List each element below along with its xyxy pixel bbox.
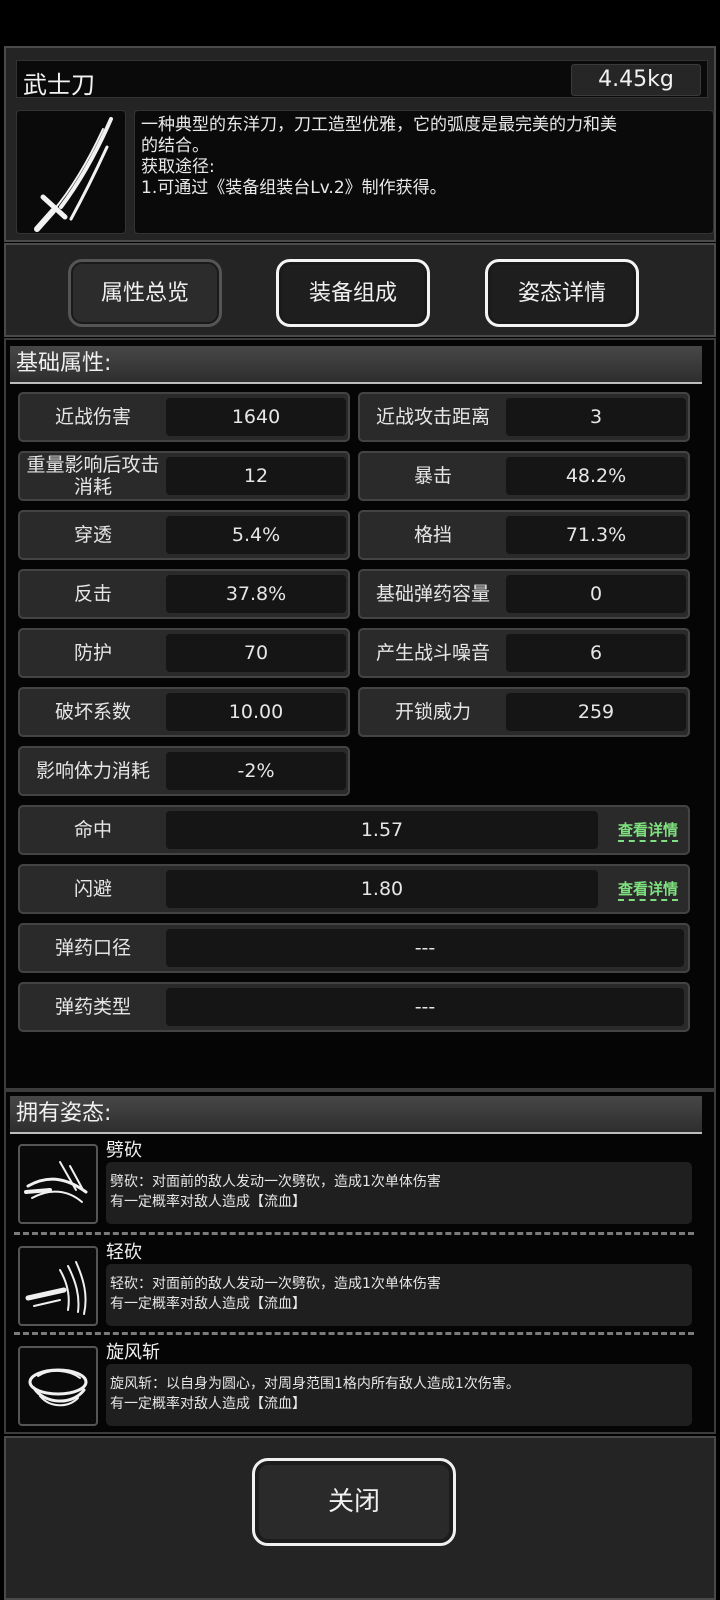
attr-value: 37.8%: [166, 575, 346, 613]
attr-base-ammo-capacity: 基础弹药容量 0: [358, 569, 690, 619]
attr-ammo-type: 弹药类型 ---: [18, 982, 690, 1032]
item-name-bar: 武士刀 4.45kg: [16, 60, 708, 99]
item-description: 一种典型的东洋刀，刀工造型优雅，它的弧度是最完美的力和美 的结合。 获取途径: …: [134, 110, 714, 234]
attr-label: 防护: [73, 642, 112, 664]
attr-value: 259: [506, 693, 686, 731]
stance-name: 轻砍: [106, 1242, 142, 1263]
stance-description-line: 有一定概率对敌人造成【流血】: [110, 1296, 306, 1312]
tab-stance-details[interactable]: 姿态详情: [485, 259, 639, 327]
attr-label: 开锁威力: [394, 701, 471, 723]
item-weight: 4.45kg: [571, 64, 701, 96]
attr-value: 1.80: [166, 870, 598, 908]
attr-label: 基础弹药容量: [375, 583, 490, 605]
stances-panel: 拥有姿态: 劈砍 劈砍：对面前的敌人发动一次劈砍，造成1次单体伤害 有一定概率对…: [4, 1090, 716, 1434]
tab-attribute-overview[interactable]: 属性总览: [68, 259, 222, 327]
attr-weight-attack-cost: 重量影响后攻击消耗 12: [18, 451, 350, 501]
attributes-panel: 基础属性: 近战伤害 1640 近战攻击距离 3 重量影响后攻击消耗 12 暴击…: [4, 338, 716, 1090]
attr-unlock-power: 开锁威力 259: [358, 687, 690, 737]
attr-value: -2%: [166, 752, 346, 790]
attr-label: 近战伤害: [54, 406, 131, 428]
attr-ammo-caliber: 弹药口径 ---: [18, 923, 690, 973]
attr-value: ---: [166, 929, 684, 967]
attr-combat-noise: 产生战斗噪音 6: [358, 628, 690, 678]
stance-divider: [14, 1232, 694, 1235]
stance-description: 轻砍：对面前的敌人发动一次劈砍，造成1次单体伤害 有一定概率对敌人造成【流血】: [106, 1264, 692, 1326]
item-header-panel: 武士刀 4.45kg 一种典型的东洋刀，刀工造型优雅，它的弧度是最完美的力和美 …: [4, 46, 716, 242]
stance-description-line: 有一定概率对敌人造成【流血】: [110, 1396, 306, 1412]
katana-icon: [16, 110, 126, 234]
stance-description-line: 旋风斩：以自身为圆心，对周身范围1格内所有敌人造成1次伤害。: [110, 1376, 520, 1392]
tab-equipment-composition[interactable]: 装备组成: [276, 259, 430, 327]
attr-label: 格挡: [413, 524, 452, 546]
whirlwind-slash-icon: [18, 1346, 98, 1426]
attr-value: 6: [506, 634, 686, 672]
description-line: 获取途径:: [141, 157, 215, 177]
attr-label: 重量影响后攻击消耗: [26, 454, 160, 498]
attr-value: 1640: [166, 398, 346, 436]
attr-label: 近战攻击距离: [375, 406, 490, 428]
stances-section-title: 拥有姿态:: [10, 1096, 702, 1134]
stance-name: 旋风斩: [106, 1342, 160, 1363]
stance-divider: [14, 1332, 694, 1335]
attr-value: 0: [506, 575, 686, 613]
description-line: 一种典型的东洋刀，刀工造型优雅，它的弧度是最完美的力和美: [141, 115, 617, 135]
attr-value: 12: [166, 457, 346, 495]
attr-value: 5.4%: [166, 516, 346, 554]
stance-item[interactable]: 轻砍 轻砍：对面前的敌人发动一次劈砍，造成1次单体伤害 有一定概率对敌人造成【流…: [14, 1238, 692, 1334]
footer-panel: 关闭: [4, 1436, 716, 1600]
stance-item[interactable]: 旋风斩 旋风斩：以自身为圆心，对周身范围1格内所有敌人造成1次伤害。 有一定概率…: [14, 1338, 692, 1434]
attr-label: 穿透: [73, 524, 112, 546]
attr-value: 10.00: [166, 693, 346, 731]
item-name: 武士刀: [23, 71, 95, 99]
tab-bar: 属性总览 装备组成 姿态详情: [4, 243, 716, 337]
light-slash-icon: [18, 1246, 98, 1326]
attr-label: 命中: [73, 819, 112, 841]
attr-value: 70: [166, 634, 346, 672]
heavy-slash-icon: [18, 1144, 98, 1224]
stance-description: 劈砍：对面前的敌人发动一次劈砍，造成1次单体伤害 有一定概率对敌人造成【流血】: [106, 1162, 692, 1224]
description-line: 1.可通过《装备组装台Lv.2》制作获得。: [141, 178, 447, 198]
attr-value: 1.57: [166, 811, 598, 849]
attr-value: 3: [506, 398, 686, 436]
stance-description-line: 劈砍：对面前的敌人发动一次劈砍，造成1次单体伤害: [110, 1174, 441, 1190]
attr-value: ---: [166, 988, 684, 1026]
attr-block: 格挡 71.3%: [358, 510, 690, 560]
description-line: 的结合。: [141, 136, 209, 156]
attr-evasion: 闪避 1.80 查看详情: [18, 864, 690, 914]
attr-label: 弹药类型: [54, 996, 131, 1018]
stance-description-line: 有一定概率对敌人造成【流血】: [110, 1194, 306, 1210]
attr-stamina-consumption: 影响体力消耗 -2%: [18, 746, 350, 796]
attr-penetration: 穿透 5.4%: [18, 510, 350, 560]
attr-value: 48.2%: [506, 457, 686, 495]
close-button[interactable]: 关闭: [252, 1458, 456, 1546]
attr-value: 71.3%: [506, 516, 686, 554]
accuracy-details-link[interactable]: 查看详情: [617, 819, 678, 842]
attr-protection: 防护 70: [18, 628, 350, 678]
attr-label: 反击: [73, 583, 112, 605]
attr-counter: 反击 37.8%: [18, 569, 350, 619]
evasion-details-link[interactable]: 查看详情: [617, 878, 678, 901]
stance-item[interactable]: 劈砍 劈砍：对面前的敌人发动一次劈砍，造成1次单体伤害 有一定概率对敌人造成【流…: [14, 1136, 692, 1232]
attr-melee-damage: 近战伤害 1640: [18, 392, 350, 442]
attr-critical: 暴击 48.2%: [358, 451, 690, 501]
attributes-section-title: 基础属性:: [10, 346, 702, 384]
stance-description: 旋风斩：以自身为圆心，对周身范围1格内所有敌人造成1次伤害。 有一定概率对敌人造…: [106, 1364, 692, 1426]
attr-label: 影响体力消耗: [35, 760, 150, 782]
attr-label: 破坏系数: [54, 701, 131, 723]
attr-accuracy: 命中 1.57 查看详情: [18, 805, 690, 855]
stance-description-line: 轻砍：对面前的敌人发动一次劈砍，造成1次单体伤害: [110, 1276, 441, 1292]
attr-label: 暴击: [413, 465, 452, 487]
attr-destruction-coefficient: 破坏系数 10.00: [18, 687, 350, 737]
attr-label: 弹药口径: [54, 937, 131, 959]
attr-melee-range: 近战攻击距离 3: [358, 392, 690, 442]
attr-label: 闪避: [73, 878, 112, 900]
attr-label: 产生战斗噪音: [375, 642, 490, 664]
stance-name: 劈砍: [106, 1140, 142, 1161]
